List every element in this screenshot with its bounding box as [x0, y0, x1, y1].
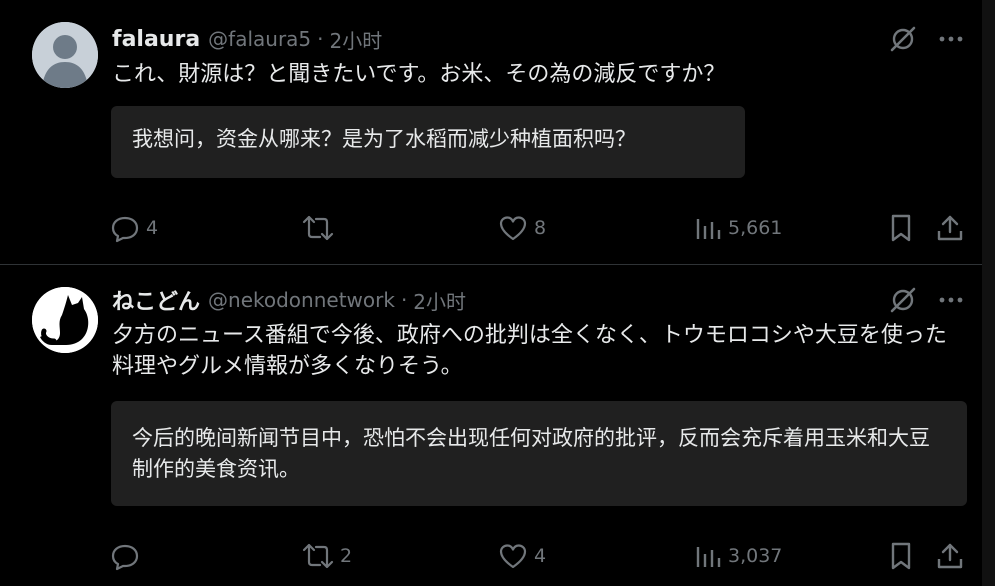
- post-text: 夕方のニュース番組で今後、政府への批判は全くなく、トウモロコシや大豆を使った料理…: [112, 323, 947, 379]
- avatar[interactable]: [32, 22, 98, 88]
- default-avatar-icon: [32, 22, 98, 88]
- like-button[interactable]: 8: [498, 210, 546, 246]
- share-button[interactable]: [936, 210, 964, 246]
- post-time[interactable]: 2小时: [413, 286, 466, 315]
- views-chart-icon: [696, 547, 721, 567]
- share-icon: [937, 215, 963, 241]
- post-header: ねこどん @nekodonnetwork · 2小时: [112, 285, 466, 315]
- bookmark-button[interactable]: [888, 210, 914, 246]
- like-count: 4: [534, 545, 547, 567]
- repost-button[interactable]: 2: [302, 538, 352, 574]
- post-top-actions: [888, 24, 966, 54]
- share-icon: [937, 543, 963, 569]
- like-button[interactable]: 4: [498, 538, 546, 574]
- user-handle[interactable]: @nekodonnetwork: [208, 288, 395, 312]
- views-button[interactable]: 5,661: [694, 210, 782, 246]
- views-chart-icon: [696, 219, 721, 239]
- post[interactable]: ねこどん @nekodonnetwork · 2小时 夕方のニュース番組で今後、…: [0, 265, 982, 586]
- views-count: 5,661: [728, 217, 783, 239]
- reply-icon: [111, 216, 139, 243]
- views-count: 3,037: [728, 545, 783, 567]
- repost-count: 2: [340, 545, 353, 567]
- more-dots-icon[interactable]: [936, 285, 966, 315]
- reply-button[interactable]: [110, 538, 146, 574]
- display-name[interactable]: ねこどん: [112, 284, 200, 316]
- grok-slash-icon[interactable]: [888, 285, 918, 315]
- bookmark-button[interactable]: [888, 538, 914, 574]
- heart-icon: [499, 544, 527, 569]
- repost-icon: [302, 215, 334, 241]
- bookmark-icon: [891, 542, 911, 570]
- more-dots-icon[interactable]: [936, 24, 966, 54]
- action-bar: 4 8 5,661: [110, 210, 966, 246]
- display-name[interactable]: falaura: [112, 27, 200, 52]
- reply-icon: [111, 544, 139, 571]
- like-count: 8: [534, 217, 547, 239]
- repost-icon: [302, 543, 334, 569]
- action-bar: 2 4 3,037: [110, 538, 966, 574]
- black-cat-avatar-icon: [32, 287, 98, 353]
- share-button[interactable]: [936, 538, 964, 574]
- separator-dot: ·: [317, 27, 324, 51]
- user-handle[interactable]: @falaura5: [208, 27, 311, 51]
- post-top-actions: [888, 285, 966, 315]
- post[interactable]: falaura @falaura5 · 2小时 これ、財源は？と聞きたいです。お…: [0, 0, 982, 265]
- reply-count: 4: [146, 217, 159, 239]
- translation-box: 我想问，资金从哪来？是为了水稻而减少种植面积吗？: [111, 106, 745, 178]
- timeline-feed: falaura @falaura5 · 2小时 これ、財源は？と聞きたいです。お…: [0, 0, 982, 586]
- bookmark-icon: [891, 214, 911, 242]
- avatar[interactable]: [32, 287, 98, 353]
- repost-button[interactable]: [302, 210, 340, 246]
- translation-box: 今后的晚间新闻节目中，恐怕不会出现任何对政府的批评，反而会充斥着用玉米和大豆制作…: [111, 401, 967, 506]
- separator-dot: ·: [400, 288, 408, 312]
- scrollbar[interactable]: [982, 0, 995, 586]
- heart-icon: [499, 216, 527, 241]
- grok-slash-icon[interactable]: [888, 24, 918, 54]
- reply-button[interactable]: 4: [110, 210, 158, 246]
- post-header: falaura @falaura5 · 2小时: [112, 24, 382, 54]
- post-time[interactable]: 2小时: [330, 25, 383, 54]
- post-text: これ、財源は？と聞きたいです。お米、その為の減反ですか？: [112, 62, 726, 87]
- views-button[interactable]: 3,037: [694, 538, 782, 574]
